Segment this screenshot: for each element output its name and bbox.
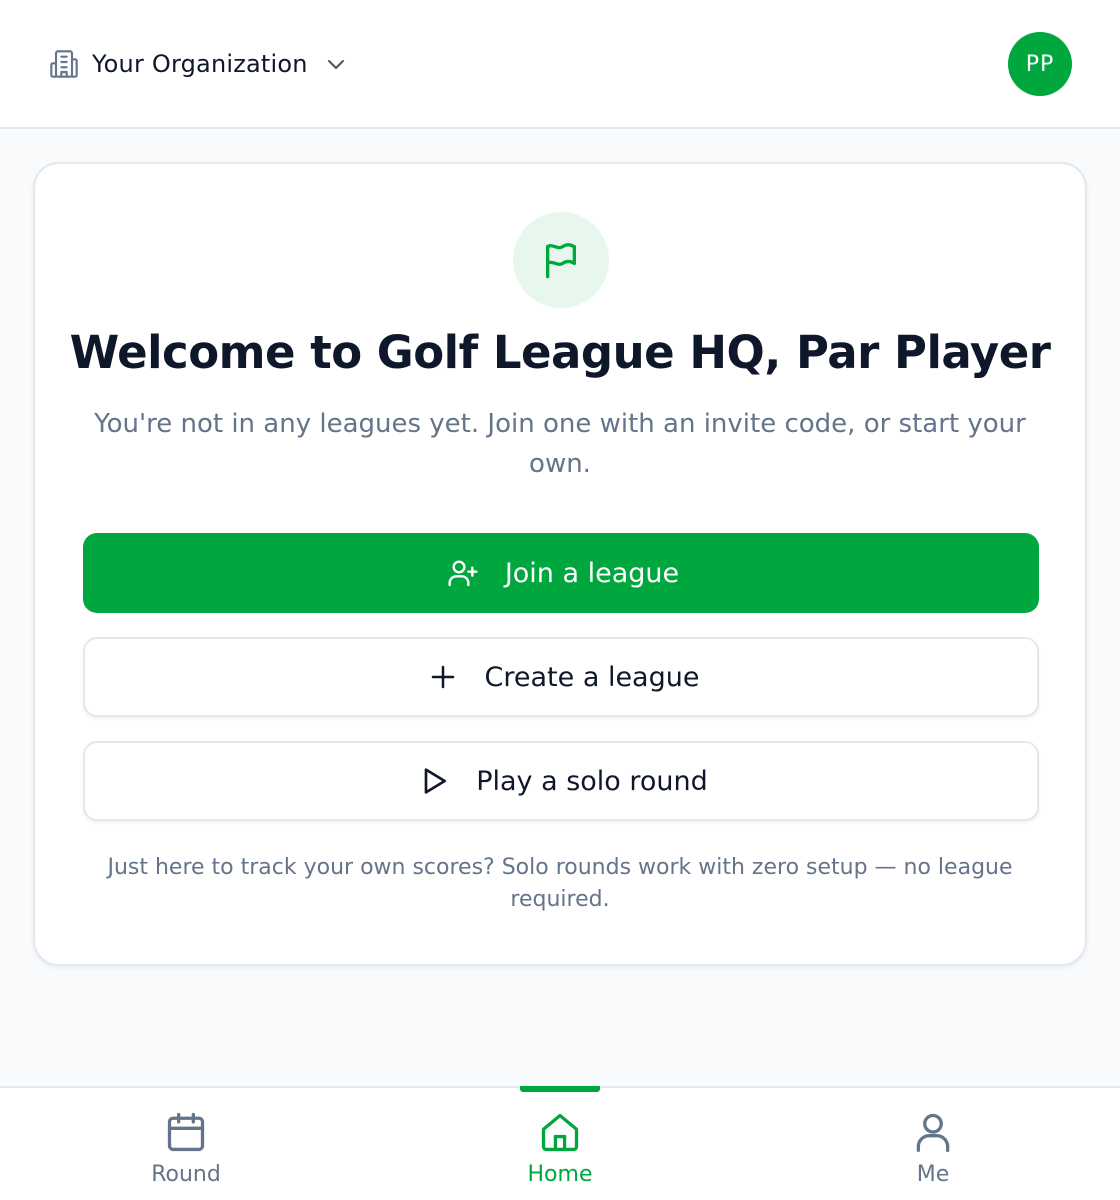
organization-name: Your Organization [92,50,308,78]
bottom-navigation: Round Home Me [0,1086,1120,1200]
active-tab-indicator [520,1086,600,1092]
nav-label-round: Round [151,1162,221,1187]
join-league-button[interactable]: Join a league [83,533,1039,613]
create-league-label: Create a league [484,661,700,693]
home-icon [536,1108,584,1156]
play-solo-round-button[interactable]: Play a solo round [83,741,1039,821]
join-league-label: Join a league [504,557,680,589]
chevron-down-icon [320,48,352,80]
calendar-icon [162,1108,210,1156]
play-solo-round-label: Play a solo round [476,765,708,797]
nav-item-me[interactable]: Me [833,1088,1033,1200]
welcome-subtitle: You're not in any leagues yet. Join one … [94,409,1026,479]
user-avatar[interactable]: PP [1008,32,1072,96]
nav-label-home: Home [527,1162,593,1187]
welcome-title: Welcome to Golf League HQ, Par Player [69,326,1051,379]
plus-icon [423,657,463,697]
nav-item-round[interactable]: Round [86,1088,286,1200]
nav-label-me: Me [916,1162,950,1187]
building-icon [44,44,84,84]
nav-item-home[interactable]: Home [460,1088,660,1200]
user-plus-icon [443,553,483,593]
play-icon [414,761,454,801]
flag-icon [513,212,609,308]
create-league-button[interactable]: Create a league [83,637,1039,717]
user-icon [909,1108,957,1156]
organization-switcher[interactable]: Your Organization [44,38,352,90]
welcome-card: Welcome to Golf League HQ, Par Player Yo… [33,162,1087,966]
solo-round-footnote: Just here to track your own scores? Solo… [107,855,1013,912]
top-header: Your Organization PP [0,0,1120,129]
